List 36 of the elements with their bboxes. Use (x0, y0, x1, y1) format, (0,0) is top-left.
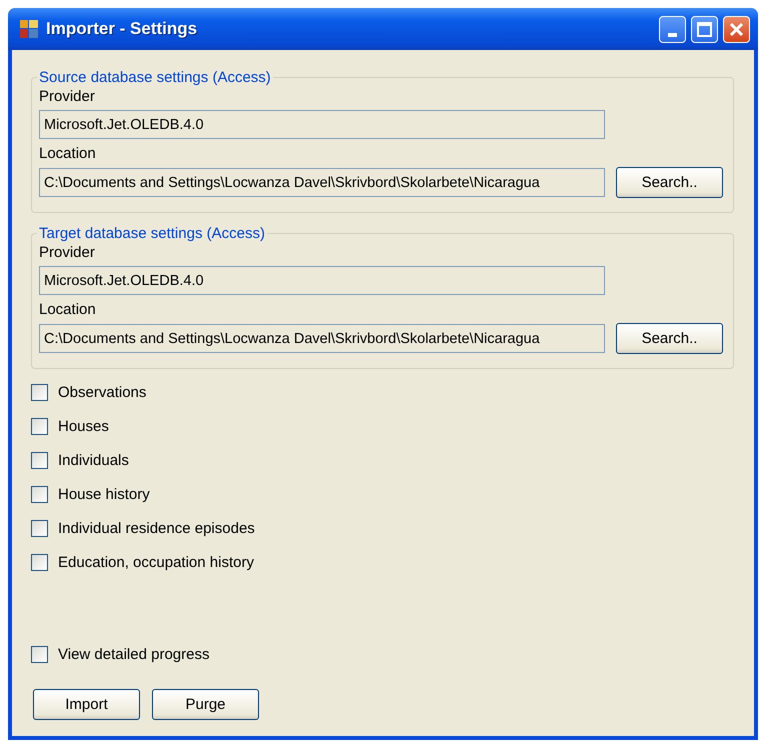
checkbox-label: Individuals (58, 452, 129, 468)
checkbox-label: Individual residence episodes (58, 520, 255, 536)
checkbox[interactable] (31, 452, 48, 468)
field-label: Provider (39, 244, 96, 261)
group-title: Source database settings (Access) (38, 69, 272, 86)
action-button[interactable]: Import (33, 689, 140, 720)
minimize-button[interactable] (659, 16, 686, 42)
checkbox-label: Houses (58, 418, 109, 434)
checkbox[interactable] (31, 418, 48, 434)
checkbox[interactable] (31, 520, 48, 536)
maximize-icon (697, 22, 712, 36)
provider-field[interactable]: Microsoft.Jet.OLEDB.4.0 (39, 266, 605, 295)
field-label: Location (39, 301, 97, 318)
search-button[interactable]: Search.. (616, 323, 723, 354)
checkbox[interactable] (31, 486, 48, 502)
maximize-button[interactable] (691, 16, 718, 42)
location-field[interactable]: C:\Documents and Settings\Locwanza Davel\Skrivbord\Skolarbete\Nicaragua (39, 324, 605, 353)
checkbox[interactable] (31, 384, 48, 400)
checkbox-label: Education, occupation history (58, 554, 254, 570)
checkbox-label: House history (58, 486, 150, 502)
close-icon (729, 22, 744, 36)
checkbox-label: Observations (58, 384, 146, 400)
field-label: Provider (39, 88, 96, 105)
checkbox[interactable] (31, 646, 48, 662)
location-field[interactable]: C:\Documents and Settings\Locwanza Davel\Skrivbord\Skolarbete\Nicaragua (39, 168, 605, 197)
window-title: Importer - Settings (46, 19, 198, 39)
provider-field[interactable]: Microsoft.Jet.OLEDB.4.0 (39, 110, 605, 139)
minimize-icon (668, 33, 677, 37)
search-button[interactable]: Search.. (616, 167, 723, 198)
app-icon (20, 20, 38, 38)
close-button[interactable] (723, 16, 750, 42)
action-button[interactable]: Purge (152, 689, 259, 720)
checkbox-label: View detailed progress (58, 646, 210, 662)
checkbox[interactable] (31, 554, 48, 570)
group-title: Target database settings (Access) (38, 225, 266, 242)
field-label: Location (39, 145, 97, 162)
